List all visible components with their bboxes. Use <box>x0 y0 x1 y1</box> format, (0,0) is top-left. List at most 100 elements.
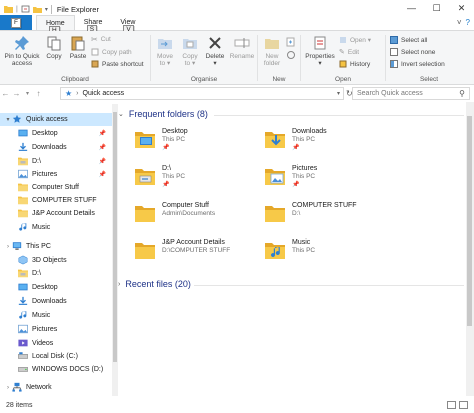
nav-item-desktop[interactable]: Desktop <box>0 281 112 294</box>
rename-label: Rename <box>229 53 255 60</box>
breadcrumb-quick-access[interactable]: Quick access <box>83 90 125 97</box>
paste-button[interactable]: Paste <box>67 35 89 60</box>
recent-files-header[interactable]: › Recent files (20) <box>118 279 191 289</box>
nav-item-label: COMPUTER STUFF <box>32 197 97 204</box>
help-icon[interactable]: ? <box>466 18 470 27</box>
expand-chevron-icon[interactable]: › <box>118 281 120 288</box>
nav-item-pictures[interactable]: Pictures <box>0 323 112 336</box>
nav-item-videos[interactable]: Videos <box>0 337 112 350</box>
tab-home[interactable]: Home H <box>36 15 75 36</box>
folder-tile[interactable]: COMPUTER STUFF D:\ <box>264 201 404 231</box>
content-scrollbar[interactable] <box>466 102 474 396</box>
folder-tile[interactable]: J&P Account Details D:\COMPUTER STUFF <box>134 238 274 268</box>
history-button[interactable]: History <box>339 60 370 68</box>
tab-view[interactable]: View V <box>111 15 144 35</box>
select-all-button[interactable]: Select all <box>390 36 427 44</box>
nav-item-computer-stuff[interactable]: COMPUTER STUFF <box>0 194 112 207</box>
recent-locations-icon[interactable]: ▾ <box>22 90 33 97</box>
nav-item-d[interactable]: D:\ 📌 <box>0 155 112 168</box>
invert-selection-button[interactable]: Invert selection <box>390 60 445 68</box>
pin-to-quick-access-button[interactable]: Pin to Quick access <box>2 35 42 67</box>
delete-button[interactable]: Delete ▾ <box>203 35 227 67</box>
move-to-icon <box>158 39 172 49</box>
folder-tile[interactable]: Downloads This PC 📌 <box>264 127 404 157</box>
paste-shortcut-button[interactable]: Paste shortcut <box>91 60 144 68</box>
nav-item-desktop[interactable]: Desktop 📌 <box>0 127 112 140</box>
videos-folder-icon <box>18 338 28 350</box>
folder-location: This PC <box>292 173 316 180</box>
paste-shortcut-label: Paste shortcut <box>102 60 144 68</box>
maximize-button[interactable]: ☐ <box>424 0 449 16</box>
easy-access-icon[interactable] <box>286 50 296 60</box>
scrollbar-thumb[interactable] <box>113 112 117 362</box>
nav-item-j-p-account-details[interactable]: J&P Account Details <box>0 207 112 220</box>
nav-item-this-pc[interactable]: › This PC <box>0 240 112 253</box>
copy-button[interactable]: Copy <box>43 35 65 60</box>
folder-tile[interactable]: Music This PC <box>264 238 404 268</box>
cut-button[interactable]: ✂ Cut <box>91 35 111 44</box>
properties-button[interactable]: Properties ▾ <box>305 35 335 67</box>
address-dropdown-icon[interactable]: ▾ <box>337 90 340 97</box>
copy-path-label: Copy path <box>102 48 132 56</box>
new-item-icon[interactable] <box>286 37 296 47</box>
up-arrow-icon[interactable]: ↑ <box>33 89 44 98</box>
open-button[interactable]: Open ▾ <box>339 36 371 44</box>
rename-button[interactable]: Rename <box>228 35 256 60</box>
folder-tile[interactable]: Pictures This PC 📌 <box>264 164 404 194</box>
nav-item-3d-objects[interactable]: 3D Objects <box>0 254 112 267</box>
move-to-button[interactable]: Move to ▾ <box>153 35 177 67</box>
tab-file[interactable]: F <box>0 15 32 30</box>
status-bar: 28 items <box>0 398 474 413</box>
paste-label: Paste <box>69 53 87 60</box>
nav-item-network[interactable]: › Network <box>0 381 112 394</box>
folder-tile[interactable]: D:\ This PC 📌 <box>134 164 274 194</box>
properties-icon <box>314 36 326 50</box>
nav-item-d[interactable]: D:\ <box>0 267 112 280</box>
large-icons-view-icon[interactable] <box>459 401 468 409</box>
address-bar[interactable]: ★ › Quick access ▾ <box>60 87 344 100</box>
search-input[interactable]: Search Quick access ⚲ <box>352 87 470 100</box>
new-folder-icon[interactable] <box>32 5 42 13</box>
qat-dropdown-icon[interactable]: ▾ <box>45 6 48 13</box>
select-none-label: Select none <box>401 48 436 56</box>
pictures-folder-icon <box>264 164 286 188</box>
folder-tile[interactable]: Desktop This PC 📌 <box>134 127 274 157</box>
expand-arrow-icon[interactable]: › <box>4 385 12 391</box>
nav-item-music[interactable]: Music <box>0 221 112 234</box>
select-none-button[interactable]: Select none <box>390 48 435 56</box>
nav-item-music[interactable]: Music <box>0 309 112 322</box>
nav-item-computer-stuff[interactable]: Computer Stuff <box>0 181 112 194</box>
expand-arrow-icon[interactable]: ▾ <box>4 116 12 123</box>
properties-icon[interactable] <box>21 5 30 13</box>
folder-name: COMPUTER STUFF <box>292 202 357 209</box>
expand-arrow-icon[interactable]: › <box>4 244 12 250</box>
desktop-folder-icon <box>18 282 28 294</box>
frequent-folders-header[interactable]: ⌄ Frequent folders (8) <box>118 109 208 119</box>
nav-item-pictures[interactable]: Pictures 📌 <box>0 168 112 181</box>
nav-item-local-disk-c[interactable]: Local Disk (C:) <box>0 350 112 363</box>
scrollbar-thumb[interactable] <box>467 116 472 326</box>
minimize-button[interactable]: — <box>399 0 424 16</box>
new-folder-button[interactable]: New folder <box>260 35 284 67</box>
back-arrow-icon[interactable]: ← <box>0 89 11 98</box>
tab-share[interactable]: Share S <box>75 15 112 35</box>
collapse-chevron-icon[interactable]: ⌄ <box>118 110 124 118</box>
details-view-icon[interactable] <box>447 401 456 409</box>
collapse-ribbon-icon[interactable]: ˅ <box>457 18 462 27</box>
folder-location: This PC <box>292 136 316 143</box>
clipboard-group-label: Clipboard <box>61 76 89 83</box>
copy-to-button[interactable]: Copy to ▾ <box>178 35 202 67</box>
invert-selection-icon <box>390 60 398 68</box>
title-separator <box>50 4 52 14</box>
nav-item-downloads[interactable]: Downloads <box>0 295 112 308</box>
close-button[interactable]: ✕ <box>449 0 474 16</box>
nav-item-windows-docs-d[interactable]: WINDOWS DOCS (D:) <box>0 363 112 376</box>
copy-path-button[interactable]: Copy path <box>91 48 132 56</box>
forward-arrow-icon[interactable]: → <box>11 89 22 98</box>
nav-item-label: WINDOWS DOCS (D:) <box>32 366 104 373</box>
breadcrumb-chevron-icon[interactable]: › <box>76 90 78 97</box>
folder-tile[interactable]: Computer Stuff Admin\Documents <box>134 201 274 231</box>
nav-item-downloads[interactable]: Downloads 📌 <box>0 141 112 154</box>
nav-item-quick-access[interactable]: ▾ Quick access <box>0 113 112 126</box>
edit-button[interactable]: ✎ Edit <box>339 48 359 57</box>
